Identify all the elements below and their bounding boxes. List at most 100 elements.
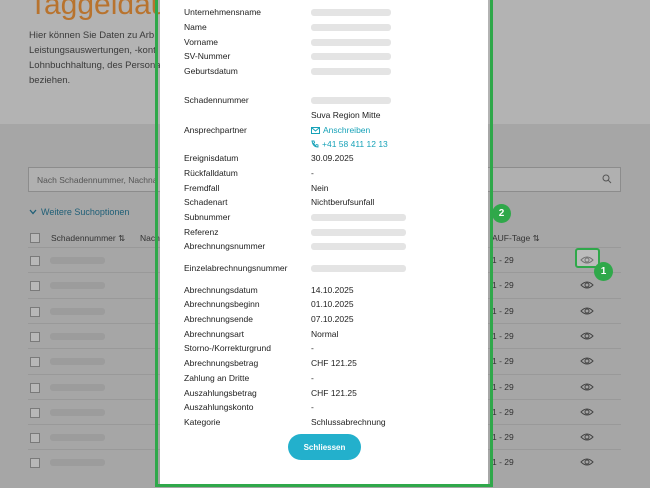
field-label: Subnummer [184,212,231,222]
field-label: Abrechnungsbetrag [184,358,259,368]
redacted-value [311,39,391,46]
field-value: 01.10.2025 [311,299,354,309]
auf-days: 1 - 29 [492,457,514,468]
eye-icon[interactable] [580,455,594,469]
row-checkbox[interactable] [30,407,40,418]
select-all-checkbox[interactable] [30,233,40,243]
field-value: Nein [311,183,329,193]
eye-icon[interactable] [580,430,594,444]
redacted-value [311,9,391,16]
row-checkbox[interactable] [30,433,40,444]
phone-icon [311,140,319,148]
eye-icon[interactable] [580,354,594,368]
eye-icon[interactable] [580,304,594,318]
auf-days: 1 - 29 [492,432,514,443]
eye-icon[interactable] [580,329,594,343]
redacted-value [311,229,406,236]
mail-icon [311,127,320,134]
field-label: Vorname [184,37,219,47]
column-header-auf-tage[interactable]: AUF-Tage ⇅ [492,233,540,244]
field-value: Nichtberufsunfall [311,197,375,207]
row-checkbox[interactable] [30,281,40,292]
row-checkbox[interactable] [30,331,40,342]
column-header-name[interactable]: Nach [140,233,160,243]
field-label: Abrechnungsdatum [184,285,258,295]
field-value: 14.10.2025 [311,285,354,295]
more-search-options-label: Weitere Suchoptionen [41,207,130,217]
field-value: - [311,343,314,353]
field-value: - [311,373,314,383]
field-label: SV-Nummer [184,51,231,61]
auf-days: 1 - 29 [492,356,514,367]
auf-days: 1 - 29 [492,280,514,291]
eye-icon[interactable] [580,405,594,419]
email-link[interactable]: Anschreiben [311,125,370,136]
field-value: - [311,402,314,412]
redacted-claim-number [50,332,105,340]
field-label: Einzelabrechnungsnummer [184,263,288,273]
field-label: Ereignisdatum [184,153,239,163]
row-checkbox[interactable] [30,458,40,469]
field-label: Auszahlungskonto [184,402,254,412]
eye-icon[interactable] [580,380,594,394]
field-value: 07.10.2025 [311,314,354,324]
annotation-badge-1: 1 [594,262,613,281]
redacted-claim-number [50,282,105,290]
sort-icon[interactable]: ⇅ [118,233,125,243]
redacted-claim-number [50,408,105,416]
close-button[interactable]: Schliessen [288,434,361,460]
auf-days: 1 - 29 [492,381,514,392]
field-label: Storno-/Korrekturgrund [184,343,271,353]
contact-region: Suva Region Mitte [311,110,381,120]
row-checkbox[interactable] [30,256,40,266]
redacted-claim-number [50,434,105,442]
field-label: Fremdfall [184,183,220,193]
auf-days: 1 - 29 [492,330,514,341]
field-label: Abrechnungsart [184,329,245,339]
field-value: 30.09.2025 [311,153,354,163]
auf-days: 1 - 29 [492,305,514,316]
field-value: Normal [311,329,339,339]
redacted-value [311,243,406,250]
field-label: Abrechnungsnummer [184,241,266,251]
redacted-claim-number [50,383,105,391]
row-checkbox[interactable] [30,306,40,317]
eye-icon[interactable] [580,278,594,292]
field-label: Ansprechpartner [184,125,247,135]
field-label: Abrechnungsbeginn [184,299,260,309]
row-checkbox[interactable] [30,357,40,368]
field-label: Referenz [184,227,219,237]
field-label: Kategorie [184,417,221,427]
redacted-claim-number [50,307,105,315]
more-search-options-link[interactable]: Weitere Suchoptionen [29,207,129,217]
field-label: Name [184,22,207,32]
sort-icon[interactable]: ⇅ [533,233,540,243]
field-label: Rückfalldatum [184,168,238,178]
field-label: Auszahlungsbetrag [184,388,257,398]
detail-modal: Unternehmensname Name Vorname SV-Nummer Gebu… [160,0,488,484]
annotation-badge-2: 2 [492,204,511,223]
field-label: Schadennummer [184,95,249,105]
row-checkbox[interactable] [30,382,40,393]
redacted-value [311,68,391,75]
column-header-schadennummer[interactable]: Schadennummer ⇅ [51,233,125,244]
redacted-claim-number [50,358,105,366]
redacted-value [311,24,391,31]
field-value: CHF 121.25 [311,358,357,368]
field-label: Abrechnungsende [184,314,254,324]
field-value: CHF 121.25 [311,388,357,398]
page-intro-text: Hier können Sie Daten zu Arb Leistungsau… [29,30,161,86]
redacted-claim-number [50,459,105,467]
field-value: Schlussabrechnung [311,417,386,427]
field-label: Geburtsdatum [184,66,238,76]
field-label: Schadenart [184,197,228,207]
phone-link[interactable]: +41 58 411 12 13 [311,139,388,150]
field-label: Unternehmensname [184,7,262,17]
search-icon[interactable] [602,174,612,184]
redacted-value [311,53,391,60]
auf-days: 1 - 29 [492,406,514,417]
redacted-claim-number [50,257,105,264]
redacted-value [311,265,406,272]
redacted-value [311,214,406,221]
redacted-value [311,97,391,104]
